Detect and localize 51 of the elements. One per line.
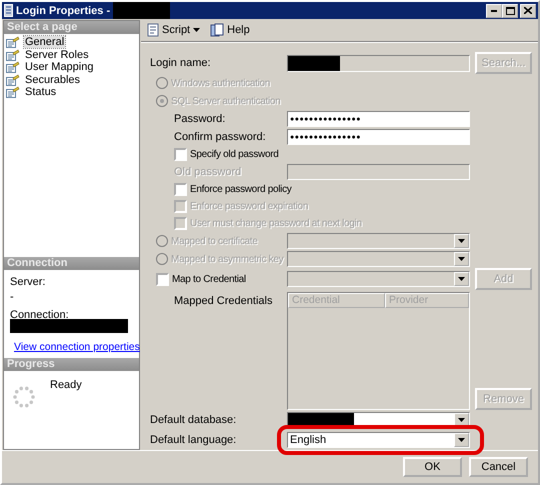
- close-icon: [524, 7, 532, 14]
- page-icon: [6, 61, 20, 74]
- spinner-icon: [12, 385, 36, 409]
- help-book-icon: [210, 23, 224, 37]
- window-icon: [4, 4, 13, 17]
- dropdown-field[interactable]: English: [287, 432, 470, 448]
- field-label: Login name:: [150, 57, 211, 69]
- page-icon: [6, 36, 20, 48]
- section-header: Connection: [4, 257, 139, 270]
- help-button[interactable]: Help: [208, 23, 252, 37]
- progress-status: Ready: [50, 379, 82, 393]
- dropdown-arrow-icon: [193, 28, 200, 32]
- field-label: Password:: [174, 113, 226, 125]
- maximize-button[interactable]: [502, 4, 518, 18]
- section-header: Select a page: [4, 21, 139, 34]
- field-label: Confirm password:: [174, 131, 266, 143]
- sidebar-item[interactable]: Server Roles: [24, 48, 90, 61]
- sidebar-item[interactable]: Securables: [24, 74, 82, 86]
- server-value: -: [10, 291, 15, 303]
- page-icon: [6, 48, 20, 61]
- field-label: Mapped Credentials: [174, 295, 272, 307]
- script-button[interactable]: Script: [145, 23, 202, 37]
- dropdown-button[interactable]: [454, 433, 469, 447]
- minimize-icon: [491, 10, 497, 12]
- window-title: Login Properties -: [16, 4, 110, 16]
- option-label: Enforce password policy: [190, 184, 292, 195]
- section-header: Progress: [4, 358, 139, 371]
- dropdown-arrow-icon: [458, 239, 465, 243]
- dropdown-arrow-icon: [458, 277, 465, 281]
- checkbox[interactable]: [156, 272, 169, 286]
- option-label: Specify old password: [190, 149, 278, 160]
- dropdown-arrow-icon: [458, 257, 465, 261]
- field-label: Default language:: [150, 434, 236, 446]
- view-connection-link[interactable]: View connection properties: [14, 341, 140, 353]
- minimize-button[interactable]: [486, 4, 502, 18]
- sidebar-item[interactable]: User Mapping: [24, 61, 94, 74]
- dropdown-arrow-icon: [458, 418, 465, 422]
- document-icon: [147, 23, 159, 37]
- sidebar-item[interactable]: Status: [24, 86, 58, 98]
- option-label: Map to Credential: [172, 274, 246, 284]
- field-label: Default database:: [150, 414, 236, 426]
- server-label: Server:: [10, 276, 46, 288]
- ok-button[interactable]: OK: [403, 457, 462, 477]
- page-icon: [6, 74, 20, 86]
- page-icon: [6, 86, 20, 98]
- maximize-icon: [506, 6, 514, 14]
- cancel-button[interactable]: Cancel: [469, 457, 528, 477]
- close-button[interactable]: [520, 4, 536, 18]
- dropdown-arrow-icon: [458, 438, 465, 442]
- connection-label: Connection:: [10, 309, 70, 321]
- sidebar-item[interactable]: General: [24, 36, 66, 48]
